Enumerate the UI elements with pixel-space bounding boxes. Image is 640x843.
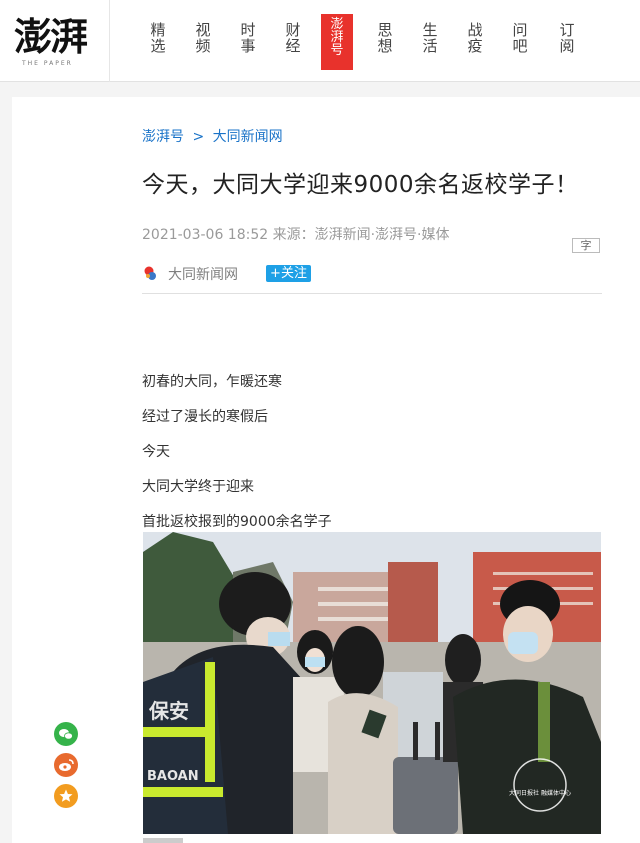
breadcrumb: 澎湃号 > 大同新闻网: [142, 126, 287, 146]
breadcrumb-root[interactable]: 澎湃号: [142, 129, 184, 145]
weibo-icon: [54, 753, 78, 777]
favorite-share-button[interactable]: [54, 784, 78, 808]
nav-item-subscribe[interactable]: 订阅: [556, 22, 578, 54]
nav-item-video[interactable]: 视频: [192, 22, 214, 54]
nav-item-life[interactable]: 生活: [419, 22, 441, 54]
article-meta: 2021-03-06 18:52 来源：澎湃新闻·澎湃号·媒体: [142, 227, 450, 243]
article-title: 今天，大同大学迎来9000余名返校学子！: [142, 172, 579, 198]
nav-item-ask[interactable]: 问吧: [509, 22, 531, 54]
author-avatar-icon[interactable]: [142, 265, 158, 281]
weibo-share-button[interactable]: [54, 753, 78, 777]
logo-text: 澎湃: [14, 14, 88, 59]
paragraph: 首批返校报到的9000余名学子: [142, 514, 332, 530]
font-size-button[interactable]: 字: [572, 238, 600, 253]
author-name[interactable]: 大同新闻网: [168, 264, 238, 284]
article-card: 澎湃号 > 大同新闻网 今天，大同大学迎来9000余名返校学子！ 2021-03…: [12, 97, 640, 843]
nav-item-pengpaihao[interactable]: 澎湃号: [321, 14, 353, 70]
favorite-icon: [54, 784, 78, 808]
header-divider: [142, 293, 602, 294]
nav-item-featured[interactable]: 精选: [147, 22, 169, 54]
nav-item-finance[interactable]: 财经: [282, 22, 304, 54]
site-logo[interactable]: 澎湃 THE PAPER: [0, 0, 110, 82]
breadcrumb-separator: >: [192, 129, 205, 145]
nav-item-epidemic[interactable]: 战疫: [464, 22, 486, 54]
paragraph: 经过了漫长的寒假后: [142, 409, 268, 425]
wechat-icon: [54, 722, 78, 746]
photo-caption-stub: [143, 838, 183, 843]
main-nav: 精选 视频 时事 财经 澎湃号 思想 生活 战疫 问吧 订阅: [110, 0, 640, 82]
paragraph: 大同大学终于迎来: [142, 479, 254, 495]
nav-item-thought[interactable]: 思想: [374, 22, 396, 54]
wechat-share-button[interactable]: [54, 722, 78, 746]
top-navigation-bar: 澎湃 THE PAPER 精选 视频 时事 财经 澎湃号 思想 生活 战疫 问吧…: [0, 0, 640, 82]
vest-text-en: BAOAN: [147, 769, 199, 784]
breadcrumb-channel[interactable]: 大同新闻网: [213, 129, 283, 145]
paragraph: 今天: [142, 444, 170, 460]
vest-text: 保安: [148, 699, 189, 723]
follow-button[interactable]: +关注: [266, 265, 311, 282]
article-photo: 保安 BAOAN 大同日报社 融媒体中心: [143, 532, 601, 834]
paragraph: 初春的大同，乍暖还寒: [142, 374, 282, 390]
logo-subtext: THE PAPER: [22, 60, 73, 67]
photo-watermark: 大同日报社 融媒体中心: [509, 789, 571, 797]
nav-item-news[interactable]: 时事: [237, 22, 259, 54]
